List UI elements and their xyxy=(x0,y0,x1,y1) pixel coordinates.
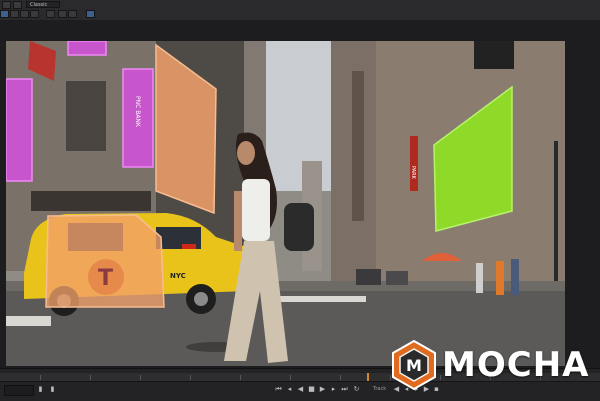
face xyxy=(237,141,255,165)
out-point-icon[interactable]: ▮ xyxy=(48,385,57,394)
layout-preset-select[interactable]: Classic xyxy=(26,1,60,8)
spline-tool-icon[interactable] xyxy=(46,10,55,18)
park-sign xyxy=(410,136,418,191)
in-point-icon[interactable]: ▮ xyxy=(36,385,45,394)
toolbar-row-1: Classic xyxy=(0,0,600,9)
go-to-end-icon[interactable]: ⏭ xyxy=(340,385,349,394)
bezier-tool-icon[interactable] xyxy=(58,10,67,18)
track-label: Track xyxy=(373,386,387,392)
tracking-mask-magenta[interactable] xyxy=(6,78,33,182)
go-to-start-icon[interactable]: ⏮ xyxy=(274,385,283,394)
timeline-tick xyxy=(140,375,141,380)
taxi-hubcap xyxy=(194,292,208,306)
viewer-canvas[interactable]: PARK NYC PNC BANK T xyxy=(6,41,565,366)
timeline-tick xyxy=(240,375,241,380)
distant-car xyxy=(386,271,408,285)
timeline-tick xyxy=(40,375,41,380)
playhead[interactable] xyxy=(367,373,369,381)
timeline-tick xyxy=(290,375,291,380)
pedestrian xyxy=(476,263,483,293)
lamp-post xyxy=(554,141,558,301)
loop-icon[interactable]: ↻ xyxy=(352,385,361,394)
taxi-nyc-text: NYC xyxy=(170,272,186,280)
arm xyxy=(234,191,242,251)
timeline-tick xyxy=(190,375,191,380)
tracking-mask-magenta[interactable] xyxy=(67,41,107,56)
park-sign-text: PARK xyxy=(410,166,416,180)
mocha-logo-mark-letter: M xyxy=(406,356,422,375)
pan-tool-icon[interactable] xyxy=(30,10,39,18)
crosswalk-line xyxy=(276,296,366,302)
step-forward-icon[interactable]: ▸ xyxy=(329,385,338,394)
backpack xyxy=(284,203,314,251)
pedestrian xyxy=(511,259,519,295)
zoom-tool-icon[interactable] xyxy=(20,10,29,18)
in-point-field[interactable] xyxy=(4,385,34,396)
pnc-sign-text: PNC BANK xyxy=(134,96,141,128)
select-tool-icon[interactable] xyxy=(0,10,9,18)
clip-viewer[interactable]: PARK NYC PNC BANK T xyxy=(6,41,565,366)
step-back-icon[interactable]: ◂ xyxy=(285,385,294,394)
traffic-light xyxy=(474,41,514,69)
storefront-awning xyxy=(31,191,151,211)
settings-icon[interactable] xyxy=(68,10,77,18)
building-windows xyxy=(352,71,364,221)
toolbar-row-2 xyxy=(0,9,600,27)
timeline-tick xyxy=(90,375,91,380)
view-mode-icon[interactable] xyxy=(13,1,22,9)
crosswalk-line xyxy=(6,316,51,326)
move-tool-icon[interactable] xyxy=(10,10,19,18)
play-backward-icon[interactable]: ◀ xyxy=(296,385,305,394)
overlay-toggle-icon[interactable] xyxy=(86,10,95,18)
taxi-roof-light xyxy=(182,244,196,249)
mocha-logo-text: MOCHA xyxy=(442,345,590,385)
taxi-logo-letter: T xyxy=(98,266,113,291)
window xyxy=(66,81,106,151)
top-toolbar: Classic xyxy=(0,0,600,27)
sky-gap xyxy=(261,41,341,191)
mocha-logo: M MOCHA xyxy=(390,338,600,394)
timeline-tick xyxy=(340,375,341,380)
menu-icon[interactable] xyxy=(2,1,11,9)
pedestrian xyxy=(496,261,504,295)
play-forward-icon[interactable]: ▶ xyxy=(318,385,327,394)
stop-icon[interactable]: ■ xyxy=(307,385,316,394)
distant-car xyxy=(356,269,381,285)
white-top xyxy=(242,179,270,241)
mocha-logo-mark-icon: M xyxy=(392,340,436,390)
